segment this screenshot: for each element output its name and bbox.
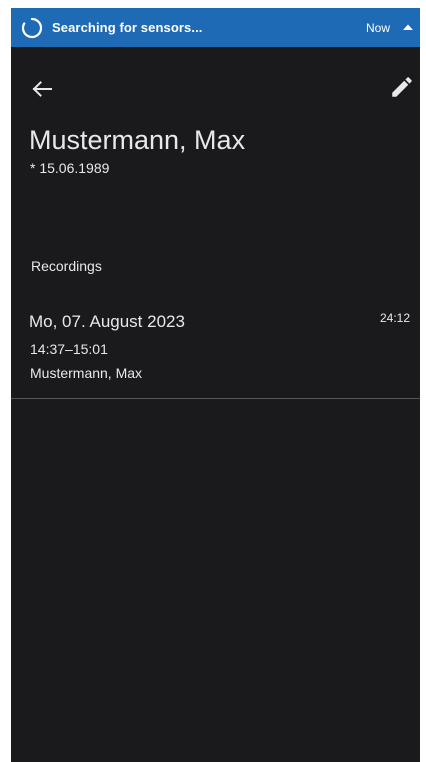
patient-name: Mustermann, Max: [29, 125, 246, 155]
notification-time: Now: [366, 21, 391, 35]
loading-spinner-icon: [21, 17, 43, 39]
pencil-icon[interactable]: [389, 74, 415, 100]
patient-birthdate: * 15.06.1989: [30, 160, 110, 176]
recording-duration: 24:12: [379, 311, 410, 325]
notification-bar[interactable]: Searching for sensors... Now: [11, 8, 420, 47]
list-divider: [11, 398, 420, 399]
chevron-up-icon[interactable]: [401, 20, 415, 34]
recording-list-item[interactable]: Mo, 07. August 2023 14:37–15:01 Musterma…: [11, 308, 420, 398]
back-arrow-icon[interactable]: [27, 74, 57, 104]
recording-date: Mo, 07. August 2023: [29, 312, 185, 331]
recordings-section-title: Recordings: [31, 258, 102, 274]
app-screen: Searching for sensors... Now Mustermann,…: [11, 8, 420, 762]
notification-text: Searching for sensors...: [52, 20, 203, 35]
recording-time-range: 14:37–15:01: [30, 341, 108, 357]
recording-patient-name: Mustermann, Max: [30, 365, 143, 381]
